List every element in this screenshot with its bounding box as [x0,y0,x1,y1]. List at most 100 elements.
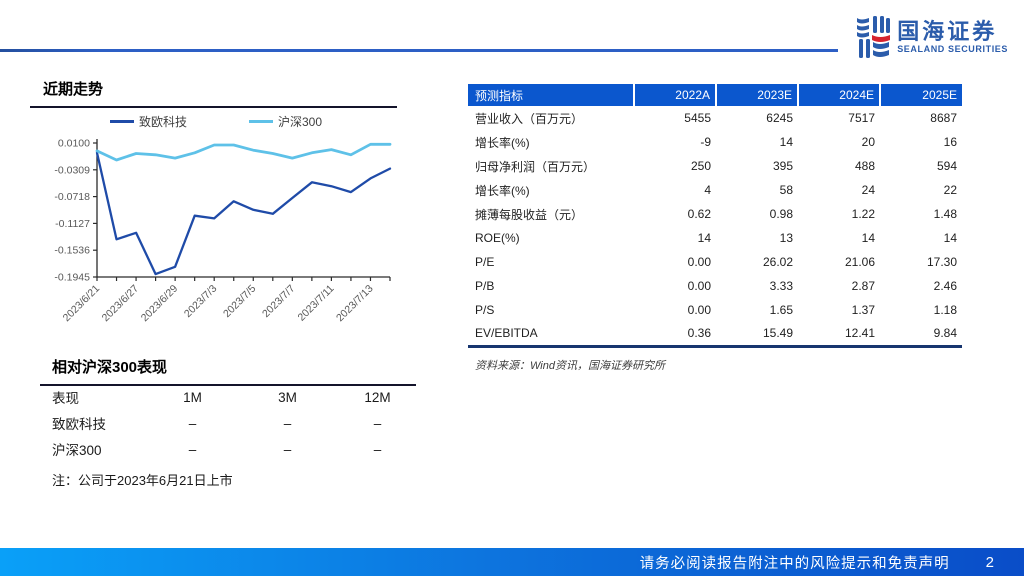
forecast-table-row: 摊薄每股收益（元） 0.62 0.98 1.22 1.48 [468,202,962,226]
forecast-value-cell: 1.65 [769,303,793,317]
forecast-metric-label: P/B [475,279,495,293]
forecast-value-cell: 24 [861,183,875,197]
forecast-value-cell: 2.46 [933,279,957,293]
header-divider [0,49,838,52]
legend-line-swatch [248,120,273,123]
chart-legend: 致欧科技 沪深300 [30,113,402,130]
forecast-value-cell: 6245 [766,111,793,125]
x-axis-label: 2023/7/7 [260,283,297,320]
perf-value-cell: – [373,415,382,431]
forecast-metric-label: 摊薄每股收益（元） [475,207,584,222]
y-axis-label: -0.1945 [54,272,90,284]
forecast-metric-label: P/S [475,303,495,317]
forecast-value-cell: 13 [779,231,793,245]
y-axis-label: -0.1127 [55,218,90,230]
forecast-value-cell: 594 [936,159,957,173]
series-line-1 [95,142,392,162]
forecast-value-cell: 14 [697,231,711,245]
forecast-table-row: P/E 0.00 26.02 21.06 17.30 [468,250,962,274]
x-axis-label: 2023/7/3 [182,283,219,320]
perf-row-label: 致欧科技 [52,417,106,432]
perf-header-cell: 12M [364,389,391,405]
forecast-value-cell: 14 [943,231,957,245]
forecast-value-cell: 16 [943,135,957,149]
logo-brand-en: SEALAND SECURITIES [897,43,1008,54]
forecast-value-cell: 22 [943,183,957,197]
forecast-value-cell: 20 [861,135,875,149]
forecast-table-row: EV/EBITDA 0.36 15.49 12.41 9.84 [468,322,962,346]
y-axis-label: -0.0309 [54,164,90,176]
forecast-section: 预测指标 2022A 2023E 2024E 2025E 营业收入（百万元） 5455 62… [468,84,962,373]
forecast-header-cell: 2025E [879,84,962,106]
data-source-note: 资料来源：Wind资讯，国海证券研究所 [475,359,665,372]
y-axis-label: -0.1536 [54,245,90,257]
report-page: 国海证券 SEALAND SECURITIES 近期走势 致欧科技 沪深300 0… [0,0,1024,576]
listing-note: 注：公司于2023年6月21日上市 [52,473,233,488]
disclaimer-text: 请务必阅读报告附注中的风险提示和免责声明 [639,555,950,572]
perf-header-cell: 3M [278,389,297,405]
forecast-value-cell: 14 [861,231,875,245]
forecast-value-cell: 17.30 [926,255,957,269]
chart-axes [96,139,390,278]
y-axis-label: 0.0100 [58,138,90,150]
forecast-table-row: ROE(%) 14 13 14 14 [468,226,962,250]
forecast-metric-label: P/E [475,255,495,269]
forecast-value-cell: 1.37 [851,303,875,317]
forecast-table-row: 增长率(%) -9 14 20 16 [468,130,962,154]
perf-value-cell: – [373,441,382,457]
forecast-value-cell: 0.00 [687,279,711,293]
relative-performance-title: 相对沪深300表现 [40,356,416,386]
forecast-value-cell: 12.41 [844,326,875,341]
forecast-value-cell: 0.00 [687,255,711,269]
sealand-logo-icon [857,16,891,58]
forecast-metric-label: 归母净利润（百万元） [475,159,596,174]
forecast-table-header-row: 预测指标 2022A 2023E 2024E 2025E [468,84,962,106]
forecast-table-row: 归母净利润（百万元） 250 395 488 594 [468,154,962,178]
legend-label: 致欧科技 [138,115,187,129]
legend-item: 致欧科技 [109,113,187,130]
forecast-metric-label: 营业收入（百万元） [475,111,584,126]
forecast-value-cell: 2.87 [851,279,875,293]
forecast-metric-label: ROE(%) [475,231,520,245]
forecast-table-row: P/S 0.00 1.65 1.37 1.18 [468,298,962,322]
forecast-metric-label: 增长率(%) [475,183,530,198]
forecast-value-cell: 14 [779,135,793,149]
forecast-value-cell: 1.18 [933,303,957,317]
forecast-table-row: 营业收入（百万元） 5455 6245 7517 8687 [468,106,962,130]
perf-row-label: 沪深300 [52,443,102,458]
x-axis-label: 2023/6/27 [100,283,142,325]
forecast-value-cell: 0.62 [687,207,711,221]
forecast-value-cell: 0.00 [687,303,711,317]
x-axis-label: 2023/7/11 [296,283,337,324]
perf-header-cell: 1M [183,389,202,405]
forecast-table-row: P/B 0.00 3.33 2.87 2.46 [468,274,962,298]
x-axis-label: 2023/6/29 [139,283,181,325]
forecast-header-cell: 2022A [633,84,716,106]
x-axis-label: 2023/7/5 [221,283,258,320]
perf-header-cell: 表现 [52,391,79,406]
perf-value-cell: – [188,415,197,431]
forecast-value-cell: 250 [690,159,711,173]
legend-label: 沪深300 [277,115,323,129]
forecast-value-cell: 15.49 [762,326,793,341]
forecast-header-cell: 预测指标 [468,84,634,106]
legend-line-swatch [109,120,134,123]
x-axis-label: 2023/6/21 [61,283,103,325]
forecast-metric-label: 增长率(%) [475,135,530,150]
trend-line-chart: 0.0100 -0.0309 -0.0718 -0.1127 -0.1536 -0.194… [54,138,392,325]
logo-text: 国海证券 SEALAND SECURITIES [897,20,1008,55]
forecast-value-cell: 3.33 [769,279,793,293]
forecast-value-cell: 395 [772,159,793,173]
forecast-value-cell: 4 [704,183,711,197]
forecast-value-cell: 1.22 [851,207,875,221]
forecast-table: 预测指标 2022A 2023E 2024E 2025E 营业收入（百万元） 5455 62… [468,84,962,348]
forecast-header-cell: 2023E [715,84,798,106]
forecast-value-cell: -9 [700,135,711,149]
forecast-table-row: 增长率(%) 4 58 24 22 [468,178,962,202]
forecast-header-cell: 2024E [797,84,880,106]
forecast-value-cell: 5455 [684,111,711,125]
forecast-value-cell: 0.98 [769,207,793,221]
series-line-0 [95,151,392,276]
perf-value-cell: – [283,415,292,431]
forecast-value-cell: 0.36 [687,326,711,341]
